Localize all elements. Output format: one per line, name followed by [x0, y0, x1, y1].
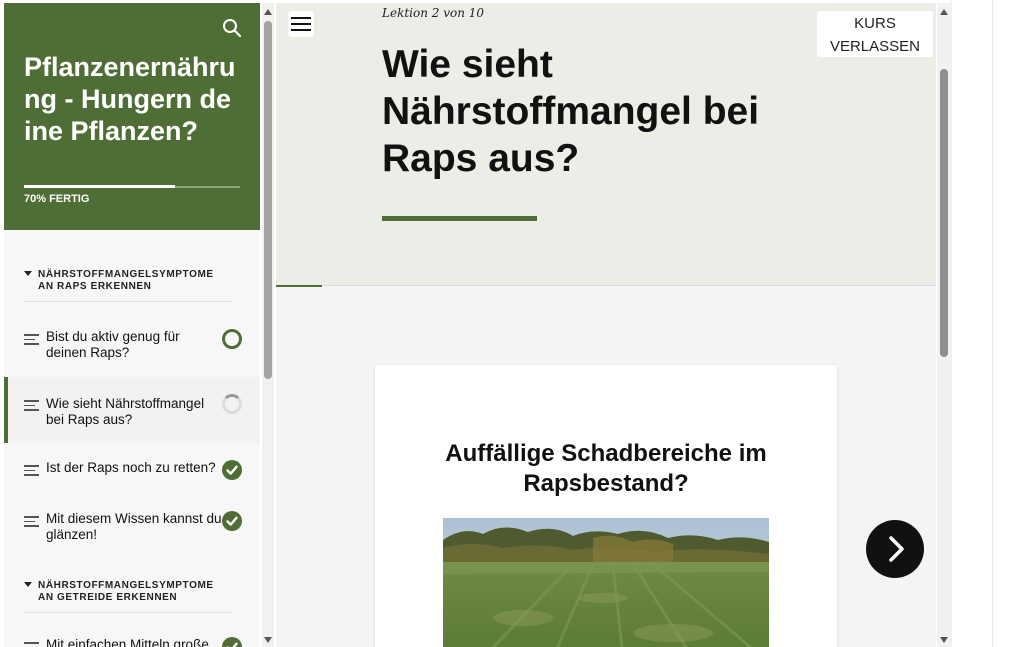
section-title: NÄHRSTOFFMANGELSYMPTOME AN RAPS ERKENNEN: [38, 269, 214, 292]
lesson-lines-icon: [24, 334, 39, 345]
caret-down-icon: [24, 582, 32, 587]
section-header-raps[interactable]: NÄHRSTOFFMANGELSYMPTOME AN RAPS ERKENNEN: [24, 269, 232, 302]
checkmark-icon: [222, 460, 242, 480]
checkmark-icon: [222, 637, 242, 647]
lesson-counter: Lektion 2 von 10: [382, 6, 485, 20]
lesson-label: Mit diesem Wissen kannst du glänzen!: [46, 511, 222, 542]
hamburger-menu-icon: [291, 23, 311, 25]
sidebar-lesson-1[interactable]: Bist du aktiv genug für deinen Raps?: [4, 329, 260, 365]
course-player: Pflanzenernährung - Hungern deine Pflanz…: [0, 0, 1024, 647]
lesson-lines-icon: [24, 516, 39, 527]
lesson-title: Wie sieht Nährstoffmangel bei Raps aus?: [382, 43, 760, 180]
chevron-right-icon: [889, 536, 904, 562]
sidebar-lesson-5[interactable]: Mit einfachen Mitteln große: [4, 637, 260, 647]
window-gutter: [951, 0, 1024, 647]
caret-down-icon: [24, 271, 32, 276]
lesson-label: Bist du aktiv genug für deinen Raps?: [46, 329, 180, 360]
scroll-up-arrow-icon[interactable]: [940, 9, 948, 15]
scroll-down-arrow-icon[interactable]: [940, 637, 948, 643]
section-title: NÄHRSTOFFMANGELSYMPTOME AN GETREIDE ERKE…: [38, 580, 214, 603]
progress-ring-icon: [222, 329, 242, 349]
lesson-lines-icon: [24, 400, 39, 411]
rapeseed-field-image: [443, 518, 769, 647]
content-scrollbar[interactable]: [937, 3, 951, 647]
sidebar-lesson-2[interactable]: Wie sieht Nährstoffmangel bei Raps aus?: [4, 377, 260, 443]
lesson-lines-icon: [24, 465, 39, 476]
sidebar-lesson-4[interactable]: Mit diesem Wissen kannst du glänzen!: [4, 511, 260, 547]
lesson-lines-icon: [24, 642, 39, 647]
card-heading: Auffällige Schadbereiche im Rapsbestand?: [445, 440, 767, 497]
course-header: Pflanzenernährung - Hungern deine Pflanz…: [4, 3, 260, 230]
hamburger-menu-icon: [291, 17, 311, 19]
menu-button[interactable]: [288, 11, 314, 37]
course-title: Pflanzenernährung - Hungern deine Pflanz…: [24, 52, 236, 146]
checkmark-icon: [222, 511, 242, 531]
title-divider: [382, 216, 537, 221]
window-edge: [992, 0, 993, 647]
lesson-label: Ist der Raps noch zu retten?: [46, 460, 216, 475]
lesson-label: Wie sieht Nährstoffmangel bei Raps aus?: [46, 396, 205, 427]
field-photo: [443, 518, 769, 647]
content-card: Auffällige Schadbereiche im Rapsbestand?: [375, 365, 837, 647]
lesson-progress-indicator: [276, 285, 322, 287]
search-icon[interactable]: [222, 18, 242, 38]
lesson-label: Mit einfachen Mitteln große: [46, 637, 209, 647]
lesson-header: Lektion 2 von 10 Wie sieht Nährstoffmang…: [276, 3, 936, 286]
lesson-content: Lektion 2 von 10 Wie sieht Nährstoffmang…: [276, 3, 936, 647]
course-progress-label: 70% FERTIG: [24, 193, 90, 205]
course-progress-bar: [24, 185, 240, 188]
content-scroll-thumb[interactable]: [940, 69, 948, 357]
exit-course-button[interactable]: KURS VERLASSEN: [817, 11, 933, 57]
course-progress-fill: [24, 185, 176, 188]
next-slide-button[interactable]: [866, 520, 924, 578]
hamburger-menu-icon: [291, 29, 311, 31]
sidebar-scrollbar[interactable]: [262, 3, 274, 647]
section-header-getreide[interactable]: NÄHRSTOFFMANGELSYMPTOME AN GETREIDE ERKE…: [24, 580, 232, 613]
progress-ring-icon: [222, 394, 242, 414]
sidebar-scroll-thumb[interactable]: [264, 21, 272, 379]
scroll-down-arrow-icon[interactable]: [264, 637, 272, 643]
sidebar-lesson-3[interactable]: Ist der Raps noch zu retten?: [4, 460, 260, 482]
scroll-up-arrow-icon[interactable]: [264, 9, 272, 15]
course-sidebar: Pflanzenernährung - Hungern deine Pflanz…: [4, 3, 260, 647]
